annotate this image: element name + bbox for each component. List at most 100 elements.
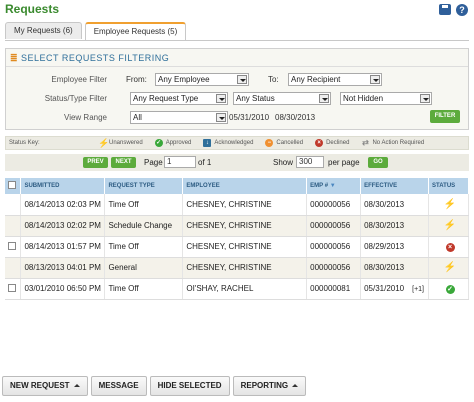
cell-status: ✓ xyxy=(428,278,469,300)
to-select[interactable]: Any Recipient xyxy=(288,73,382,86)
col-emp-number[interactable]: EMP # ▼ xyxy=(306,178,362,194)
from-label: From: xyxy=(126,75,147,84)
x-icon: × xyxy=(315,139,324,147)
from-select[interactable]: Any Employee xyxy=(155,73,249,86)
chevron-down-icon xyxy=(420,94,430,103)
cell-emp-number: 000000056 xyxy=(306,215,362,237)
cell-effective: 08/30/2013 xyxy=(360,215,430,237)
employee-filter-row: Employee Filter From: Any Employee To: A… xyxy=(6,71,468,87)
go-button[interactable]: GO xyxy=(368,157,388,168)
table-row[interactable]: 08/14/2013 01:57 PM Time Off CHESNEY, CH… xyxy=(5,236,469,258)
filter-heading[interactable]: ≣ SELECT REQUESTS FILTERING xyxy=(6,49,468,67)
from-select-value: Any Employee xyxy=(158,75,210,84)
hidden-select[interactable]: Not Hidden xyxy=(340,92,432,105)
request-type-select[interactable]: Any Request Type xyxy=(130,92,228,105)
to-select-value: Any Recipient xyxy=(291,75,341,84)
lightning-icon: ⚡ xyxy=(443,198,457,210)
download-icon: ↓ xyxy=(203,139,212,147)
row-select-cell xyxy=(5,278,22,300)
cell-submitted: 08/14/2013 02:02 PM xyxy=(20,215,106,237)
message-button[interactable]: MESSAGE xyxy=(90,376,147,396)
status-key-declined: × Declined xyxy=(315,139,349,147)
cell-employee: CHESNEY, CHRISTINE xyxy=(182,215,308,237)
minus-icon: − xyxy=(265,139,274,147)
to-label: To: xyxy=(268,75,279,84)
col-effective[interactable]: EFFECTIVE xyxy=(360,178,430,194)
check-icon: ✓ xyxy=(445,284,455,294)
cell-emp-number: 000000056 xyxy=(306,257,362,279)
col-status[interactable]: STATUS xyxy=(428,178,469,194)
col-request-type[interactable]: REQUEST TYPE xyxy=(104,178,184,194)
view-range-select[interactable]: All xyxy=(130,111,228,124)
filter-heading-label: SELECT REQUESTS FILTERING xyxy=(21,53,170,63)
swap-icon: ⇄ xyxy=(362,138,369,147)
cell-submitted: 03/01/2010 06:50 PM xyxy=(20,278,106,300)
next-button[interactable]: NEXT xyxy=(111,157,136,168)
caret-up-icon xyxy=(73,384,80,388)
chevron-down-icon xyxy=(370,75,380,84)
cell-status: ⚡ xyxy=(428,257,469,279)
view-range-label: View Range xyxy=(64,113,107,122)
col-submitted[interactable]: SUBMITTED xyxy=(20,178,106,194)
row-checkbox[interactable] xyxy=(8,283,16,292)
per-page-input[interactable]: 300 xyxy=(296,156,324,168)
status-key-unanswered-label: Unanswered xyxy=(109,140,143,146)
lightning-icon: ⚡ xyxy=(443,220,457,231)
table-row[interactable]: 08/14/2013 02:02 PM Schedule Change CHES… xyxy=(5,215,469,237)
view-range-row: View Range All 05/31/2010 08/30/2013 xyxy=(6,109,468,125)
table-row[interactable]: 08/13/2013 04:01 PM General CHESNEY, CHR… xyxy=(5,257,469,279)
status-select[interactable]: Any Status xyxy=(233,92,331,105)
tab-employee-requests[interactable]: Employee Requests (5) xyxy=(84,22,187,40)
new-request-button[interactable]: NEW REQUEST xyxy=(2,376,88,396)
hide-selected-button[interactable]: HIDE SELECTED xyxy=(149,376,230,396)
tab-divider xyxy=(5,40,469,41)
check-icon: ✓ xyxy=(154,139,163,147)
cell-submitted: 08/14/2013 01:57 PM xyxy=(20,236,106,258)
request-type-value: Any Request Type xyxy=(133,94,199,103)
sort-desc-icon: ▼ xyxy=(329,183,336,189)
reporting-button[interactable]: REPORTING xyxy=(232,376,307,396)
cell-request-type: Time Off xyxy=(104,236,184,258)
status-key-label: Status Key: xyxy=(9,140,40,146)
cell-emp-number: 000000056 xyxy=(306,194,362,216)
select-all-checkbox[interactable] xyxy=(8,181,16,189)
date-from[interactable]: 05/31/2010 xyxy=(229,113,269,122)
prev-button[interactable]: PREV xyxy=(83,157,108,168)
top-actions: ? xyxy=(439,4,468,16)
select-all-cell xyxy=(5,178,22,194)
page-input[interactable]: 1 xyxy=(164,156,196,168)
table-row[interactable]: 08/14/2013 02:03 PM Time Off CHESNEY, CH… xyxy=(5,194,469,216)
filter-panel: ≣ SELECT REQUESTS FILTERING Employee Filt… xyxy=(5,48,469,130)
reporting-label: REPORTING xyxy=(240,381,289,390)
filter-button[interactable]: FILTER xyxy=(430,110,460,123)
tab-my-requests[interactable]: My Requests (6) xyxy=(5,22,82,39)
status-key-bar: Status Key: ⚡ Unanswered ✓ Approved ↓ Ackno… xyxy=(5,136,469,150)
status-key-cancelled-label: Cancelled xyxy=(276,140,304,146)
col-employee[interactable]: EMPLOYEE xyxy=(182,178,308,194)
status-key-declined-label: Declined xyxy=(326,140,350,146)
cell-request-type: Schedule Change xyxy=(104,215,184,237)
row-checkbox[interactable] xyxy=(8,241,16,250)
status-type-row: Status/Type Filter Any Request Type Any … xyxy=(6,90,468,106)
date-to[interactable]: 08/30/2013 xyxy=(275,113,315,122)
cell-employee: CHESNEY, CHRISTINE xyxy=(182,194,308,216)
status-key-no-action: ⇄ No Action Required xyxy=(361,139,424,147)
cell-effective-date: 05/31/2010 xyxy=(364,284,405,293)
caret-up-icon xyxy=(292,384,299,388)
cell-status: ⚡ xyxy=(428,194,469,216)
row-select-cell xyxy=(5,257,22,279)
table-row[interactable]: 03/01/2010 06:50 PM Time Off OI'SHAY, RA… xyxy=(5,278,469,300)
chevron-icon: ≣ xyxy=(10,53,19,63)
help-icon[interactable]: ? xyxy=(456,4,468,16)
more-dates-link[interactable]: [+1] xyxy=(412,286,424,293)
print-icon[interactable] xyxy=(439,4,451,15)
cell-employee: CHESNEY, CHRISTINE xyxy=(182,236,308,258)
cell-employee: OI'SHAY, RACHEL xyxy=(182,278,308,300)
status-key-approved: ✓ Approved xyxy=(154,139,191,147)
hidden-value: Not Hidden xyxy=(343,94,384,103)
chevron-down-icon xyxy=(216,113,226,122)
cell-emp-number: 000000081 xyxy=(306,278,362,300)
cell-effective: 08/29/2013 xyxy=(360,236,430,258)
status-key-acknowledged: ↓ Acknowledged xyxy=(203,139,253,147)
cell-effective: 08/30/2013 xyxy=(360,194,430,216)
